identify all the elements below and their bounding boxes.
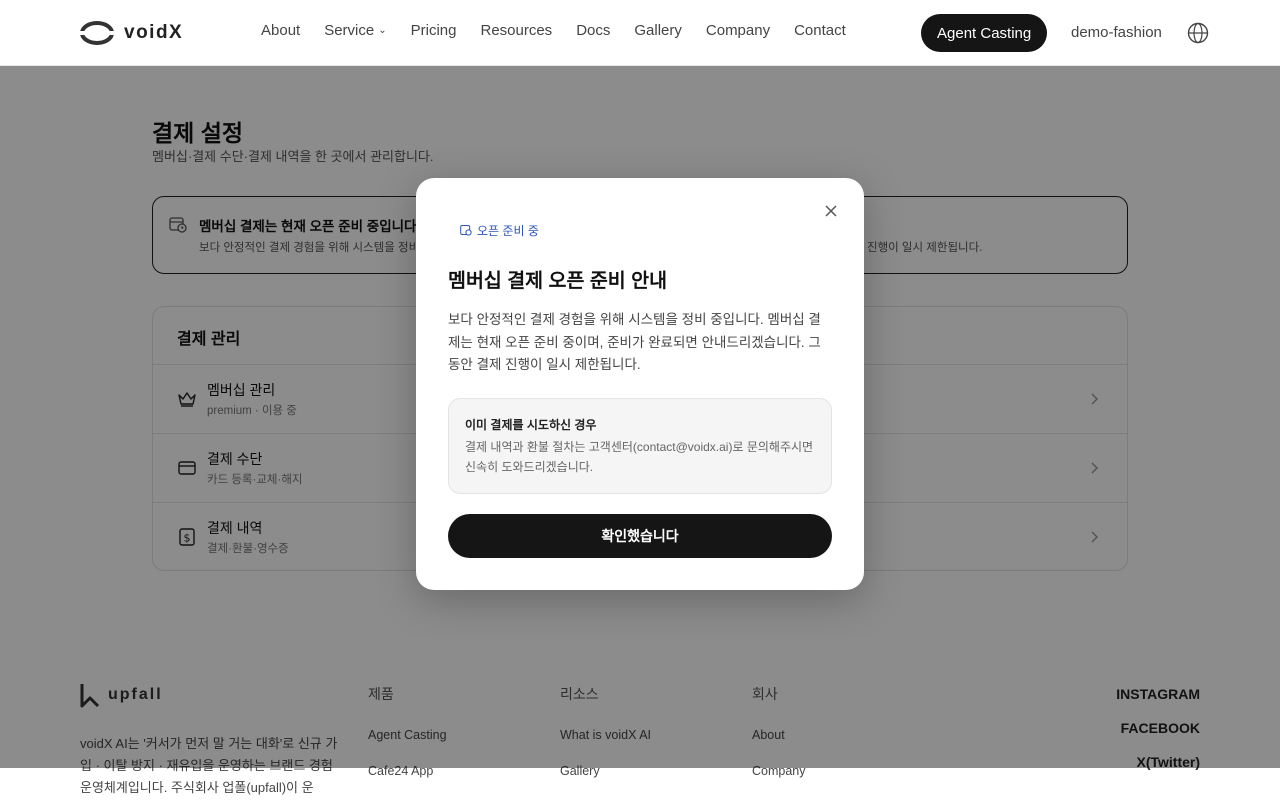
confirm-button[interactable]: 확인했습니다 [448,514,832,558]
info-box-description: 결제 내역과 환불 절차는 고객센터(contact@voidx.ai)로 문의… [465,440,814,474]
globe-icon[interactable] [1187,22,1209,44]
nav-docs-label: Docs [576,22,611,39]
calendar-clock-icon [460,225,472,236]
membership-payment-notice-dialog: 오픈 준비 중 멤버십 결제 오픈 준비 안내 보다 안정적인 결제 경험을 위… [416,178,864,590]
nav-contact-label: Contact [794,22,846,39]
nav-contact[interactable]: Contact [794,22,846,39]
chevron-down-icon: ⌄ [378,25,387,36]
nav-gallery[interactable]: Gallery [634,22,682,39]
main-nav: About Service ⌄ Pricing Resources Docs Ga… [261,22,870,39]
brand-name: voidX [124,22,184,43]
status-badge: 오픈 준비 중 [448,218,551,242]
agent-casting-button[interactable]: Agent Casting [921,14,1048,52]
status-badge-label: 오픈 준비 중 [477,223,539,238]
nav-about[interactable]: About [261,22,300,39]
nav-about-label: About [261,22,301,39]
dialog-title: 멤버십 결제 오픈 준비 안내 [448,270,668,292]
nav-pricing-label: Pricing [410,22,457,39]
info-box: 이미 결제를 시도하신 경우 결제 내역과 환불 절차는 고객센터(contac… [448,398,832,494]
nav-resources[interactable]: Resources [480,22,552,39]
top-navigation-bar: voidX About Service ⌄ Pricing Resources D… [0,0,1280,66]
nav-company[interactable]: Company [706,22,770,39]
nav-company-label: Company [705,22,771,39]
nav-service-label: Service [324,22,375,39]
nav-gallery-label: Gallery [634,22,682,39]
nav-pricing[interactable]: Pricing [411,22,457,39]
nav-service[interactable]: Service ⌄ [324,22,386,39]
nav-docs[interactable]: Docs [576,22,610,39]
nav-resources-label: Resources [480,22,553,39]
account-name-link[interactable]: demo-fashion [1071,24,1162,41]
voidx-logo-icon [80,21,114,45]
dialog-body: 보다 안정적인 결제 경험을 위해 시스템을 정비 중입니다. 멤버십 결제는 … [448,312,821,372]
info-box-title: 이미 결제를 시도하신 경우 [465,418,597,432]
voidx-logo[interactable]: voidX [80,20,183,46]
close-icon[interactable] [823,203,839,219]
